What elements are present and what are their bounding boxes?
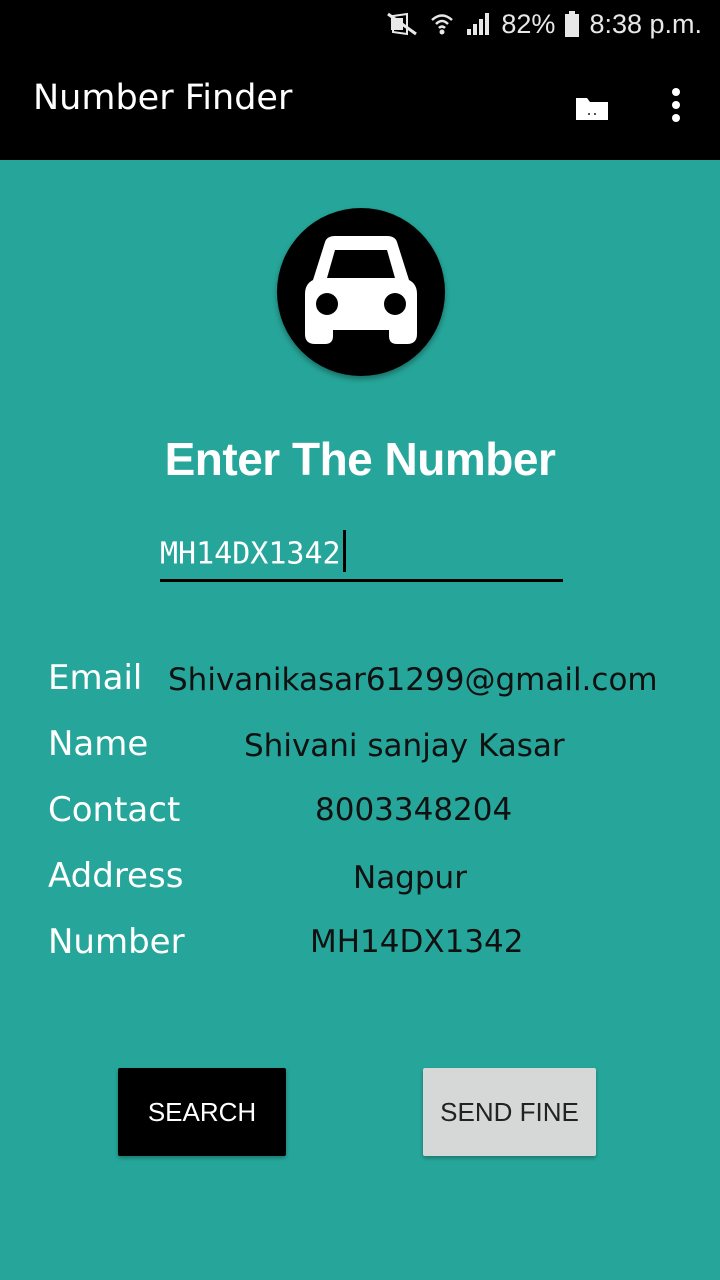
battery-percent: 82% (501, 8, 556, 39)
folder-icon[interactable] (574, 94, 610, 124)
text-cursor (342, 530, 346, 572)
overflow-menu-icon[interactable] (664, 86, 688, 126)
car-logo (277, 208, 445, 376)
app-title: Number Finder (33, 78, 293, 118)
contact-label: Contact (48, 790, 181, 830)
status-icons: 82% 8:38 p.m. (385, 6, 702, 42)
name-label: Name (48, 724, 149, 764)
page-heading: Enter The Number (164, 433, 556, 485)
app-bar: Number Finder (0, 50, 720, 160)
number-value: MH14DX1342 (310, 924, 524, 960)
email-label: Email (48, 658, 143, 698)
clock: 8:38 p.m. (589, 8, 702, 39)
address-value: Nagpur (353, 860, 467, 896)
battery-icon (565, 11, 580, 37)
status-bar: 82% 8:38 p.m. (0, 0, 720, 50)
contact-value: 8003348204 (315, 792, 513, 828)
vehicle-number-input[interactable]: MH14DX1342 (160, 530, 563, 582)
signal-icon (465, 11, 491, 37)
search-button[interactable]: SEARCH (118, 1068, 286, 1156)
car-icon (305, 236, 417, 344)
wifi-icon (429, 11, 455, 37)
mute-icon (385, 11, 419, 37)
address-label: Address (48, 856, 184, 896)
send-fine-button[interactable]: SEND FINE (423, 1068, 596, 1156)
number-label: Number (48, 922, 185, 962)
vehicle-number-value: MH14DX1342 (160, 530, 346, 576)
name-value: Shivani sanjay Kasar (244, 728, 565, 764)
email-value: Shivanikasar61299@gmail.com (168, 662, 658, 698)
